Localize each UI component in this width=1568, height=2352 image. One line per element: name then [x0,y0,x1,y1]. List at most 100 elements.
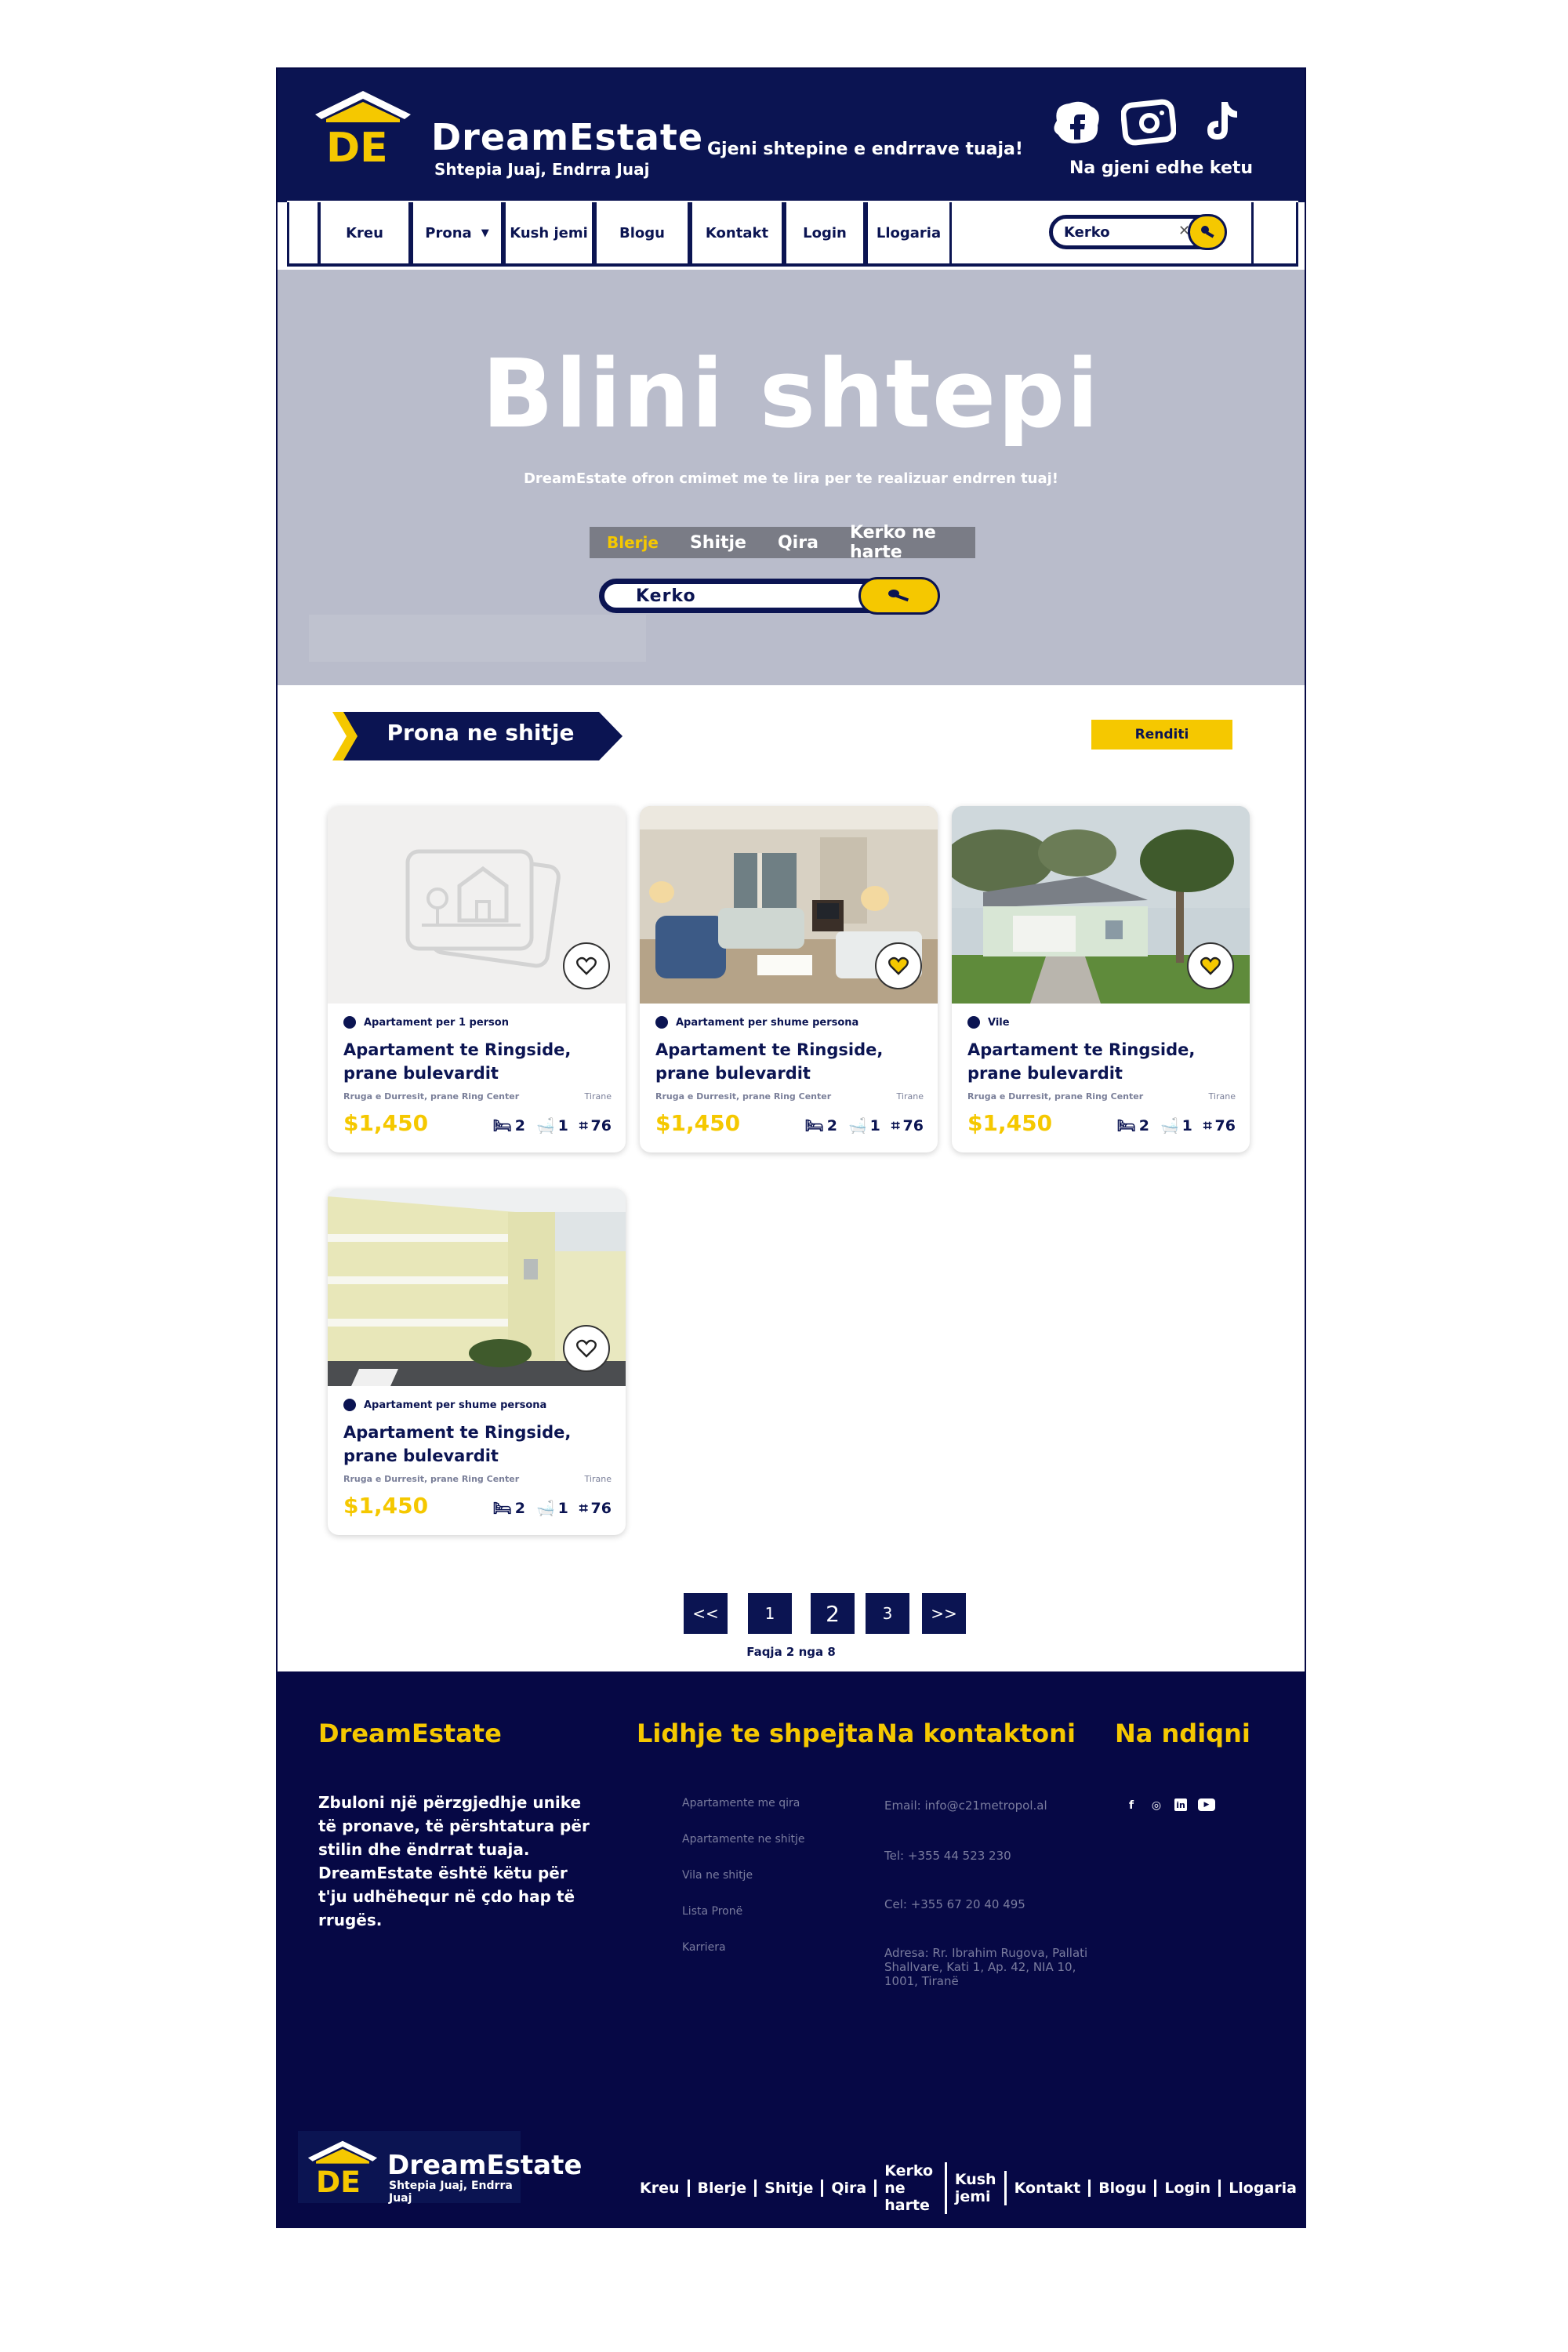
favorite-button[interactable] [563,942,610,989]
pagination-page-3[interactable]: 3 [866,1593,909,1634]
sort-button[interactable]: Renditi [1091,720,1232,750]
footer-email[interactable]: Email: info@c21metropol.al [884,1798,1096,1813]
footer-nav-blerje[interactable]: Blerje [690,2180,757,2197]
pagination-next-button[interactable]: >> [922,1593,966,1634]
hero-search-button[interactable] [858,577,940,615]
pagination-page-2-current[interactable]: 2 [811,1593,855,1634]
footer-nav-kerko-ne-harte[interactable]: Kerko ne harte [877,2162,947,2214]
footer-link[interactable]: Apartamente ne shitje [682,1833,805,1846]
heart-icon [576,1339,597,1358]
footer-nav-kush-jemi[interactable]: Kush jemi [947,2171,1007,2205]
listing-title[interactable]: Apartament te Ringside, prane bulevardit [343,1421,610,1468]
footer-link[interactable]: Apartamente me qira [682,1797,800,1809]
tab-kerko-ne-harte[interactable]: Kerko ne harte [833,523,975,562]
site-header: DE DreamEstate Shtepia Juaj, Endrra Juaj… [278,69,1305,202]
hero-section: Blini shtepi DreamEstate ofron cmimet me… [278,270,1305,685]
facebook-icon[interactable]: f [1124,1798,1138,1813]
listing-stats: 🛏 2 🛁 1 ⌗ 76 [493,1499,612,1518]
listing-title[interactable]: Apartament te Ringside, prane bulevardit [343,1038,610,1085]
pagination-page-1[interactable]: 1 [748,1593,792,1634]
bath-icon: 🛁 [535,1500,555,1517]
nav-label: Kush jemi [510,224,588,241]
footer-link[interactable]: Vila ne shitje [682,1869,753,1882]
footer-tel[interactable]: Tel: +355 44 523 230 [884,1849,1096,1863]
beds-count: 2 [1138,1116,1149,1134]
bath-icon: 🛁 [535,1117,555,1134]
listing-title[interactable]: Apartament te Ringside, prane bulevardit [967,1038,1234,1085]
area-icon: ⌗ [579,1116,588,1134]
footer-nav-shitje[interactable]: Shitje [757,2180,824,2197]
footer-logo[interactable]: DE DreamEstate Shtepia Juaj, Endrra Juaj [298,2131,582,2205]
page-frame: DE DreamEstate Shtepia Juaj, Endrra Juaj… [276,67,1306,2228]
youtube-icon[interactable]: ▶ [1198,1798,1215,1811]
footer-nav-kontakt[interactable]: Kontakt [1007,2180,1091,2197]
nav-label: Login [803,224,847,241]
favorite-button[interactable] [563,1325,610,1372]
nav-label: Kreu [346,224,383,241]
area-value: 76 [902,1116,924,1134]
heart-icon-filled [888,956,909,975]
nav-item-login[interactable]: Login [784,202,866,263]
listing-address: Rruga e Durresit, prane Ring Center [967,1091,1144,1102]
nav-item-prona[interactable]: Prona ▼ [411,202,503,263]
tiktok-icon[interactable] [1203,97,1242,147]
listing-type-label: Vile [988,1016,1010,1029]
nav-item-kontakt[interactable]: Kontakt [690,202,784,263]
nav-search-button[interactable] [1188,214,1227,250]
favorite-button[interactable] [875,942,922,989]
search-icon [1201,226,1214,238]
nav-item-llogaria[interactable]: Llogaria [866,202,952,263]
beds-stat: 🛏 2 [1117,1116,1149,1135]
listing-card[interactable]: Apartament per shume persona Apartament … [640,806,938,1152]
nav-spacer [287,202,320,263]
header-tagline: Gjeni shtepine e endrrave tuaja! [707,140,1023,159]
tab-blerje[interactable]: Blerje [590,533,673,552]
listing-card[interactable]: Apartament per 1 person Apartament te Ri… [328,806,626,1152]
area-icon: ⌗ [1203,1116,1212,1134]
nav-item-kush-jemi[interactable]: Kush jemi [503,202,594,263]
instagram-icon[interactable] [1121,97,1176,147]
listing-card[interactable]: Apartament per shume persona Apartament … [328,1189,626,1535]
search-icon [888,590,909,602]
listing-city: Tirane [584,1474,612,1484]
brand-name[interactable]: DreamEstate [431,116,703,158]
tab-shitje[interactable]: Shitje [673,533,760,553]
beds-count: 2 [514,1116,525,1134]
footer-nav-llogaria[interactable]: Llogaria [1221,2180,1305,2197]
footer-nav-qira[interactable]: Qira [823,2180,877,2197]
nav-item-kreu[interactable]: Kreu [318,202,411,263]
chevron-down-icon: ▼ [481,227,489,239]
hero-search-input[interactable]: Kerko ✕ [599,577,940,615]
pagination-prev-button[interactable]: << [684,1593,728,1634]
bed-icon: 🛏 [492,1117,512,1134]
facebook-icon[interactable] [1049,97,1104,147]
linkedin-icon[interactable]: in [1174,1798,1187,1811]
footer-link[interactable]: Lista Pronë [682,1905,742,1918]
nav-search-input[interactable]: Kerko ✕ [1049,214,1227,250]
listing-price: $1,450 [343,1110,429,1136]
instagram-icon[interactable]: ◎ [1149,1798,1163,1813]
footer-link[interactable]: Karriera [682,1941,726,1954]
listing-type-label: Apartament per 1 person [364,1016,509,1029]
listing-price: $1,450 [655,1110,741,1136]
listing-type-label: Apartament per shume persona [364,1399,547,1411]
area-stat: ⌗ 76 [1203,1117,1236,1134]
baths-count: 1 [869,1116,880,1134]
footer-nav-kreu[interactable]: Kreu [632,2180,690,2197]
section-title: Prona ne shitje [387,720,575,746]
footer-cel[interactable]: Cel: +355 67 20 40 495 [884,1897,1096,1911]
footer-nav-login[interactable]: Login [1156,2180,1221,2197]
footer-nav-blogu[interactable]: Blogu [1091,2180,1157,2197]
site-footer: DreamEstate Zbuloni një përzgjedhje unik… [278,1671,1305,2228]
listing-card[interactable]: Vile Apartament te Ringside, prane bulev… [952,806,1250,1152]
listing-type: Apartament per shume persona [655,1016,858,1029]
listing-type: Apartament per shume persona [343,1399,546,1411]
logo-house-icon[interactable]: DE [312,88,414,166]
favorite-button[interactable] [1187,942,1234,989]
area-stat: ⌗ 76 [579,1500,612,1517]
listing-address: Rruga e Durresit, prane Ring Center [343,1091,520,1102]
nav-item-blogu[interactable]: Blogu [594,202,690,263]
footer-social-links: f ◎ in ▶ [1124,1798,1215,1813]
tab-qira[interactable]: Qira [760,533,833,553]
listing-title[interactable]: Apartament te Ringside, prane bulevardit [655,1038,922,1085]
